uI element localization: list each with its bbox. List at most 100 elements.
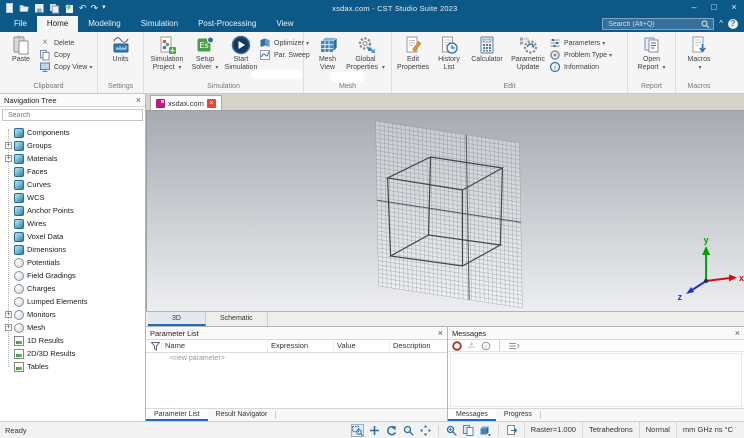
tree-item[interactable]: Wires (0, 217, 145, 230)
start-simulation-button[interactable]: Start Simulation (223, 35, 259, 72)
copy-button[interactable]: Copy (39, 49, 92, 61)
setup-solver-button[interactable]: Es Setup Solver ▾ (187, 35, 223, 72)
macros-button[interactable]: Macros ▾ (681, 35, 717, 72)
calculator-button[interactable]: Calculator (467, 35, 507, 64)
minimize-button[interactable]: – (684, 0, 704, 16)
paste-button[interactable]: Paste (3, 35, 39, 64)
close-icon[interactable]: × (735, 328, 740, 338)
close-button[interactable]: × (724, 0, 744, 16)
info-filter-icon[interactable]: i (481, 341, 491, 351)
help-icon[interactable]: ? (728, 19, 738, 29)
tree-item[interactable]: Anchor Points (0, 204, 145, 217)
warnings-filter-icon[interactable]: ⚠ (468, 341, 475, 351)
information-button[interactable]: i Information (549, 61, 612, 73)
document-tab[interactable]: xsdax.com × (150, 95, 222, 110)
views-icon[interactable] (462, 424, 475, 437)
open-report-button[interactable]: Open Report ▾ (634, 35, 670, 72)
tree-item[interactable]: Charges (0, 282, 145, 295)
tree-search-input[interactable] (6, 110, 139, 120)
tree-item[interactable]: Voxel Data (0, 230, 145, 243)
raster-settings-icon[interactable] (505, 424, 518, 437)
maximize-button[interactable]: □ (704, 0, 724, 16)
par-sweep-button[interactable]: Par. Sweep (259, 49, 310, 61)
redo-icon[interactable]: ↷ (91, 3, 99, 13)
parameters-button[interactable]: Parameters ▾ (549, 37, 612, 49)
messages-body[interactable] (450, 353, 742, 407)
tree-item[interactable]: 2D/3D Results (0, 347, 145, 360)
parametric-update-button[interactable]: Parametric Update (507, 35, 549, 72)
tree-item[interactable]: + Monitors (0, 308, 145, 321)
save-icon[interactable] (34, 3, 45, 14)
search-input[interactable] (606, 19, 702, 29)
raster-indicator[interactable]: Raster=1.000 (523, 422, 582, 438)
undo-icon[interactable]: ↶ (79, 3, 87, 13)
open-file-icon[interactable] (19, 3, 30, 14)
ribbon-search[interactable] (602, 18, 715, 30)
tree-item[interactable]: Field Gradings (0, 269, 145, 282)
tree-item[interactable]: + Groups (0, 139, 145, 152)
tab-messages[interactable]: Messages (448, 409, 496, 421)
tree-item[interactable]: Dimensions (0, 243, 145, 256)
new-file-icon[interactable] (4, 2, 15, 14)
expand-icon[interactable]: + (5, 311, 12, 318)
move-icon[interactable] (368, 424, 381, 437)
ribbon-tab[interactable]: Home (36, 16, 79, 32)
column-value[interactable]: Value (334, 340, 390, 352)
tree-search[interactable] (2, 109, 143, 121)
viewport-3d[interactable]: y x z (146, 111, 744, 311)
expand-icon[interactable]: + (5, 155, 12, 162)
close-icon[interactable]: × (136, 95, 141, 105)
ribbon-tab[interactable]: Post-Processing (188, 16, 266, 32)
global-properties-button[interactable]: Global Properties ▾ (346, 35, 386, 72)
optimizer-button[interactable]: Optimizer ▾ (259, 37, 310, 49)
tree-item[interactable]: Faces (0, 165, 145, 178)
close-tab-icon[interactable]: × (206, 98, 216, 108)
tab-progress[interactable]: Progress (496, 409, 540, 421)
problem-type-button[interactable]: Problem Type ▾ (549, 49, 612, 61)
expand-icon[interactable]: + (5, 142, 12, 149)
delete-button[interactable]: × Delete (39, 37, 92, 49)
dynamic-zoom-icon[interactable] (402, 424, 415, 437)
tab-result-navigator[interactable]: Result Navigator (208, 409, 276, 421)
history-list-button[interactable]: History List (431, 35, 467, 72)
units-indicator[interactable]: mm GHz ns °C (675, 422, 739, 438)
tree-item[interactable]: + Materials (0, 152, 145, 165)
column-description[interactable]: Description (390, 340, 447, 352)
ribbon-tab[interactable]: Simulation (131, 16, 188, 32)
close-icon[interactable]: × (438, 328, 443, 338)
tree-item[interactable]: Potentials (0, 256, 145, 269)
edit-properties-button[interactable]: Edit Properties (395, 35, 431, 72)
tree-item[interactable]: Lumped Elements (0, 295, 145, 308)
tree-item[interactable]: 1D Results (0, 334, 145, 347)
rotate-icon[interactable] (385, 424, 398, 437)
tree-item[interactable]: Components (0, 126, 145, 139)
units-button[interactable]: Units (103, 35, 139, 64)
quality-indicator[interactable]: Normal (638, 422, 676, 438)
tab-schematic[interactable]: Schematic (206, 312, 268, 326)
collapse-ribbon-icon[interactable]: ^ (719, 19, 723, 29)
tree-item[interactable]: Curves (0, 178, 145, 191)
tree-item[interactable]: + Mesh (0, 321, 145, 334)
pan-icon[interactable] (419, 424, 432, 437)
message-list-icon[interactable] (508, 341, 520, 351)
copy-view-button[interactable]: Copy View ▾ (39, 61, 92, 73)
column-expression[interactable]: Expression (268, 340, 334, 352)
save-all-icon[interactable] (49, 3, 60, 14)
filter-icon[interactable] (146, 341, 162, 351)
fit-view-icon[interactable] (479, 424, 492, 437)
mesh-type-indicator[interactable]: Tetrahedrons (581, 422, 639, 438)
ribbon-tab[interactable]: Modeling (78, 16, 130, 32)
zoom-select-icon[interactable] (350, 423, 364, 437)
tab-3d[interactable]: 3D (148, 312, 206, 326)
new-parameter-row[interactable]: <new parameter> (146, 353, 447, 364)
errors-filter-icon[interactable] (452, 340, 462, 351)
ribbon-tab[interactable]: View (266, 16, 303, 32)
zoom-icon[interactable] (445, 424, 458, 437)
import-icon[interactable] (64, 3, 75, 14)
tree-item[interactable]: Tables (0, 360, 145, 373)
tab-parameter-list[interactable]: Parameter List (146, 409, 208, 421)
expand-icon[interactable]: + (5, 324, 12, 331)
column-name[interactable]: Name (162, 340, 268, 352)
simulation-project-button[interactable]: Simulation Project ▾ (147, 35, 187, 72)
ribbon-tab[interactable]: File (4, 16, 37, 32)
